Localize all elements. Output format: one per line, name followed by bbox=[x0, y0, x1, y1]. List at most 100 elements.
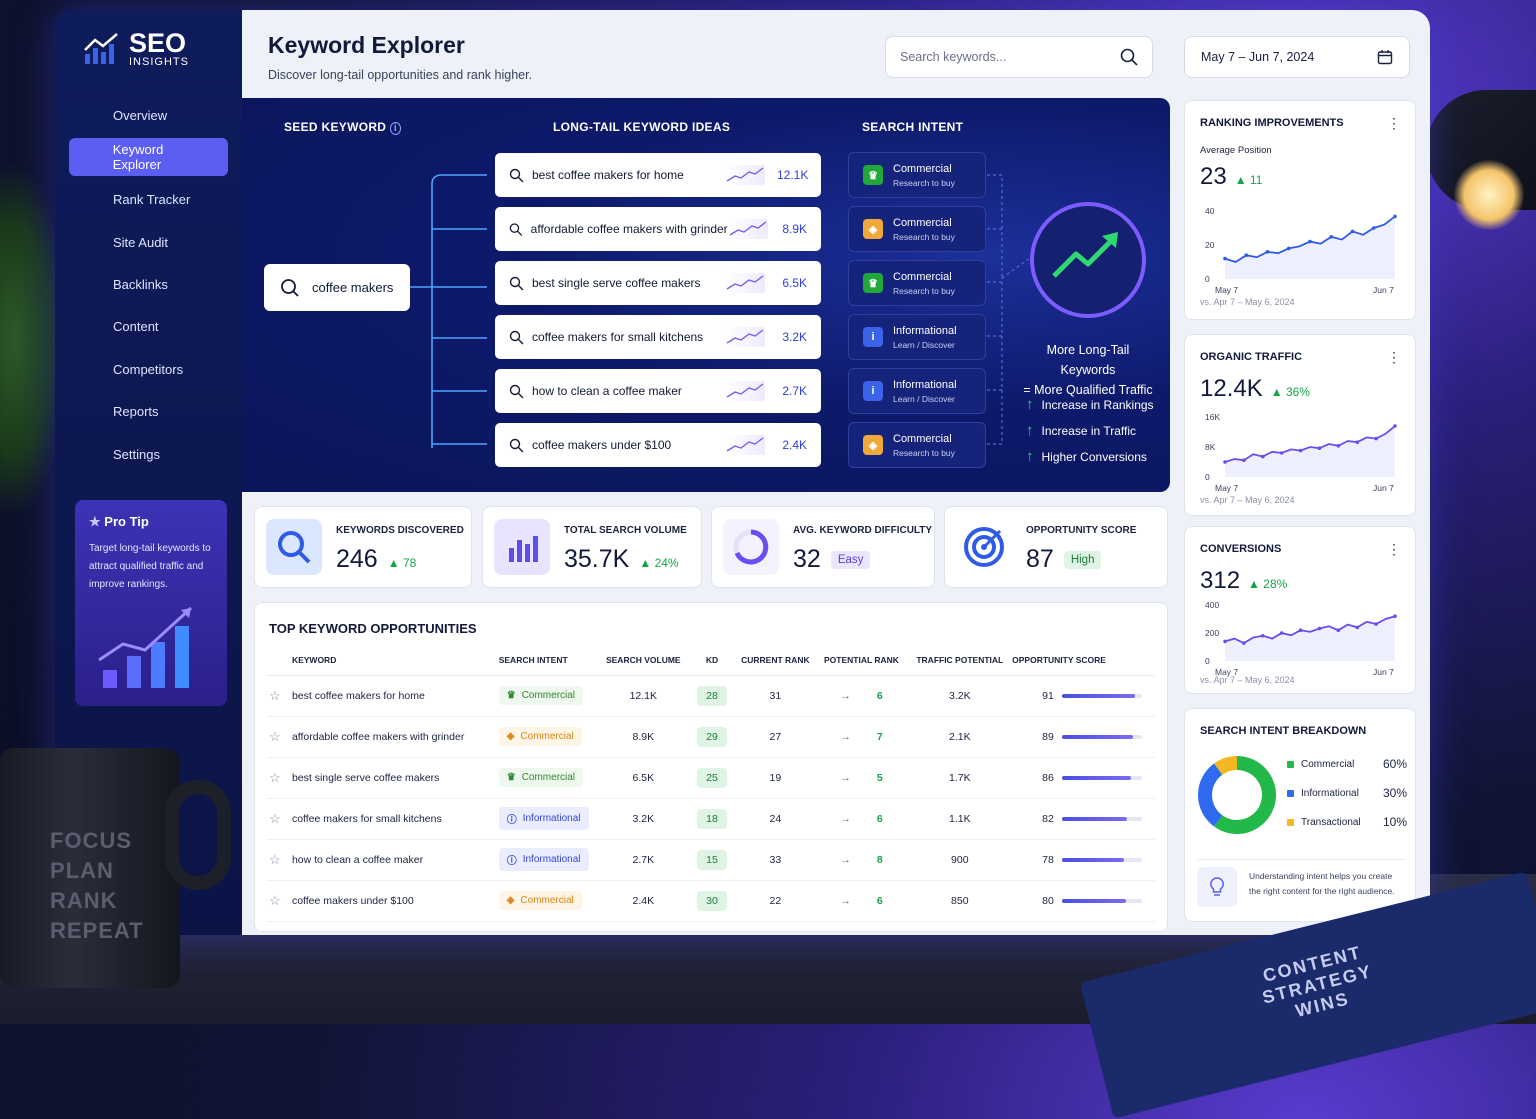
intent-name: Commercial bbox=[893, 270, 952, 283]
column-header[interactable]: KD bbox=[688, 645, 736, 676]
opportunity-score-cell: 86 bbox=[1012, 757, 1155, 799]
users-icon bbox=[83, 360, 101, 378]
table-row[interactable]: ☆ coffee makers under $100 ◈ Commercial 2.4K… bbox=[267, 880, 1155, 922]
intent-tag: ⓘ Informational bbox=[498, 807, 589, 830]
star-icon[interactable]: ☆ bbox=[267, 798, 292, 840]
intent-cell: ♛ Commercial bbox=[498, 675, 598, 717]
stat-value: 35.7K bbox=[564, 545, 630, 573]
stat-badge: Easy bbox=[830, 551, 871, 569]
long-tail-keyword-item[interactable]: best coffee makers for home 12.1K bbox=[495, 153, 821, 197]
intent-cell: ⓘ Informational bbox=[498, 839, 598, 881]
intent-tag: ♛ Commercial bbox=[498, 768, 584, 787]
data-point bbox=[1265, 250, 1270, 254]
desk-lamp bbox=[1426, 90, 1536, 230]
data-point bbox=[1244, 253, 1249, 257]
column-header[interactable]: TRAFFIC POTENTIAL bbox=[907, 645, 1013, 676]
search-icon bbox=[509, 168, 524, 182]
long-tail-keyword-item[interactable]: how to clean a coffee maker 2.7K bbox=[495, 369, 821, 413]
sidebar-item-settings[interactable]: Settings bbox=[69, 435, 228, 473]
score-value: 80 bbox=[1042, 894, 1054, 907]
search-input[interactable] bbox=[900, 50, 1110, 64]
legend-label: Transactional bbox=[1301, 816, 1361, 828]
y-tick-label: 0 bbox=[1205, 274, 1210, 284]
search-icon bbox=[509, 438, 524, 452]
calendar-icon bbox=[1377, 50, 1393, 65]
sidebar-item-backlinks[interactable]: Backlinks bbox=[69, 266, 228, 304]
stat-change-value: 78 bbox=[402, 556, 417, 570]
pro-tip-title: ★ Pro Tip bbox=[89, 514, 213, 530]
column-header[interactable]: CURRENT RANK bbox=[735, 645, 816, 676]
data-point bbox=[1223, 256, 1227, 261]
arrow-right-icon: → bbox=[840, 771, 851, 784]
traffic-potential-cell: 1.7K bbox=[907, 757, 1013, 799]
seed-keyword-box[interactable]: coffee makers bbox=[264, 264, 410, 311]
sidebar-item-reports[interactable]: Reports bbox=[69, 393, 228, 431]
crown-icon: ♛ bbox=[863, 165, 883, 185]
date-range-picker[interactable]: May 7 – Jun 7, 2024 bbox=[1184, 36, 1410, 78]
lightbulb-icon bbox=[1197, 867, 1237, 907]
column-header[interactable]: KEYWORD bbox=[291, 645, 499, 676]
stat-card-avg-keyword-difficulty: AVG. KEYWORD DIFFICULTY 32 Easy bbox=[711, 506, 935, 588]
app-logo[interactable]: SEO INSIGHTS bbox=[83, 30, 228, 68]
keyword-search-box[interactable] bbox=[885, 36, 1153, 78]
arrow-right-icon: → bbox=[840, 689, 851, 702]
star-icon[interactable]: ☆ bbox=[267, 757, 292, 799]
traffic-potential-cell: 3.2K bbox=[907, 675, 1013, 717]
keyword-cell: best coffee makers for home bbox=[291, 675, 499, 717]
intent-text: Commercial bbox=[520, 895, 574, 906]
column-header[interactable]: SEARCH INTENT bbox=[498, 645, 598, 676]
intent-name: Informational bbox=[893, 324, 957, 337]
sidebar-item-competitors[interactable]: Competitors bbox=[69, 350, 228, 388]
sidebar-item-content[interactable]: Content bbox=[69, 308, 228, 346]
table-title: TOP KEYWORD OPPORTUNITIES bbox=[269, 621, 477, 636]
column-header[interactable]: OPPORTUNITY SCORE bbox=[1012, 645, 1155, 676]
column-header[interactable]: POTENTIAL RANK bbox=[815, 645, 908, 676]
data-point bbox=[1242, 641, 1246, 645]
star-icon[interactable]: ☆ bbox=[267, 839, 292, 881]
more-options-icon[interactable]: ⋮ bbox=[1387, 115, 1401, 132]
score-value: 91 bbox=[1042, 689, 1054, 702]
star-icon[interactable]: ☆ bbox=[267, 716, 292, 758]
long-tail-keyword-item[interactable]: affordable coffee makers with grinder 8.9… bbox=[495, 207, 821, 251]
table-row[interactable]: ☆ affordable coffee makers with grinder ◈ C… bbox=[267, 716, 1155, 758]
y-tick-label: 8K bbox=[1205, 442, 1216, 452]
score-bar bbox=[1061, 857, 1142, 862]
current-rank-cell: 27 bbox=[735, 716, 816, 758]
score-bar-fill bbox=[1061, 857, 1125, 862]
stat-value-row: 246 ▲ 78 bbox=[336, 545, 416, 574]
y-tick-label: 16K bbox=[1205, 412, 1220, 422]
data-point bbox=[1286, 246, 1291, 251]
volume-cell: 2.4K bbox=[597, 880, 689, 922]
sidebar-item-rank-tracker[interactable]: Rank Tracker bbox=[69, 181, 228, 219]
table-row[interactable]: ☆ best coffee makers for home ♛ Commercial 1… bbox=[267, 675, 1155, 717]
legend-swatch bbox=[1287, 818, 1294, 826]
table-row[interactable]: ☆ coffee makers for small kitchens ⓘ Inform… bbox=[267, 798, 1155, 840]
sidebar-item-overview[interactable]: Overview bbox=[69, 96, 228, 134]
mug-text: FOCUS bbox=[50, 828, 132, 853]
long-tail-keyword-item[interactable]: coffee makers under $100 2.4K bbox=[495, 423, 821, 467]
star-icon[interactable]: ☆ bbox=[267, 880, 292, 922]
trend-sparkline-icon bbox=[725, 381, 765, 401]
search-icon[interactable] bbox=[1120, 48, 1138, 66]
volume-cell: 12.1K bbox=[597, 675, 689, 717]
long-tail-keyword-item[interactable]: best single serve coffee makers 6.5K bbox=[495, 261, 821, 305]
data-point bbox=[1317, 446, 1322, 450]
score-bar-fill bbox=[1061, 898, 1126, 903]
more-options-icon[interactable]: ⋮ bbox=[1387, 541, 1401, 558]
keyword-cell: coffee makers under $100 bbox=[291, 880, 499, 922]
sidebar-item-site-audit[interactable]: Site Audit bbox=[69, 223, 228, 261]
document-icon bbox=[83, 318, 101, 336]
long-tail-keyword-item[interactable]: coffee makers for small kitchens 3.2K bbox=[495, 315, 821, 359]
column-header[interactable]: SEARCH VOLUME bbox=[597, 645, 689, 676]
star-icon[interactable]: ☆ bbox=[267, 675, 292, 717]
sidebar-item-keyword-explorer[interactable]: Keyword Explorer bbox=[69, 138, 228, 177]
pro-tip-card: ★ Pro Tip Target long-tail keywords to a… bbox=[75, 500, 227, 706]
data-point bbox=[1242, 458, 1246, 462]
stat-value-row: 35.7K ▲ 24% bbox=[564, 545, 679, 574]
keyword-text: best coffee makers for home bbox=[532, 168, 684, 182]
table-row[interactable]: ☆ best single serve coffee makers ♛ Commerc… bbox=[267, 757, 1155, 799]
volume-cell: 2.7K bbox=[597, 839, 689, 881]
more-options-icon[interactable]: ⋮ bbox=[1387, 349, 1401, 366]
table-row[interactable]: ☆ how to clean a coffee maker ⓘ Information… bbox=[267, 839, 1155, 881]
page-title: Keyword Explorer bbox=[268, 32, 465, 58]
